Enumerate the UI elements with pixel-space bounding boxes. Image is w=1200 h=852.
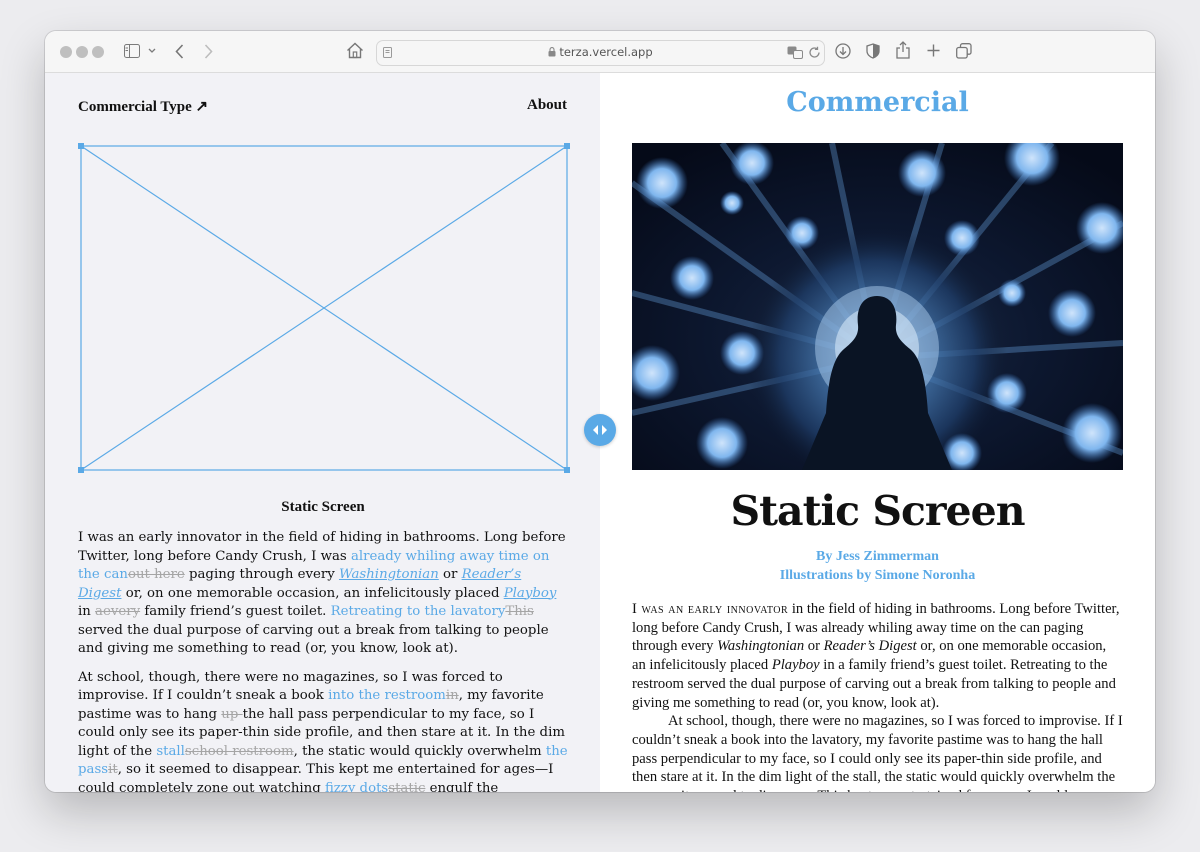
deleted-text: up bbox=[221, 706, 243, 722]
article-title: Static Screen bbox=[730, 487, 1025, 535]
tabs-overview-icon[interactable] bbox=[956, 43, 972, 59]
text-run: family friend’s guest toilet. bbox=[140, 604, 331, 619]
article-body: I was an early innovator in the field of… bbox=[632, 600, 1123, 792]
chevron-down-icon[interactable] bbox=[148, 48, 156, 54]
publication-masthead[interactable]: Commercial bbox=[600, 87, 1155, 118]
left-paragraph-1: I was an early innovator in the field of… bbox=[78, 529, 568, 659]
italic-link[interactable]: Washingtonian bbox=[339, 567, 439, 582]
inserted-text: fizzy dots bbox=[324, 780, 389, 793]
browser-toolbar: terza.vercel.app bbox=[45, 31, 1155, 73]
browser-window: terza.vercel.app Commercial Type ↗ About… bbox=[45, 31, 1155, 792]
illustrator-credit[interactable]: Illustrations by Simone Noronha bbox=[600, 566, 1155, 585]
italic-title: Reader’s Digest bbox=[823, 638, 917, 655]
address-bar[interactable]: terza.vercel.app bbox=[376, 40, 825, 66]
url-display: terza.vercel.app bbox=[377, 45, 824, 59]
deleted-text: This bbox=[505, 604, 534, 619]
italic-title: Washingtonian bbox=[717, 638, 805, 655]
byline: By Jess Zimmerman Illustrations by Simon… bbox=[600, 547, 1155, 585]
about-link[interactable]: About bbox=[527, 97, 567, 114]
inserted-text: into the restroom bbox=[328, 688, 446, 703]
article-paragraph-2: At school, though, there were no magazin… bbox=[632, 713, 1123, 792]
left-pane: Commercial Type ↗ About Static Screen I … bbox=[45, 73, 600, 792]
new-tab-icon[interactable] bbox=[927, 44, 940, 57]
image-placeholder bbox=[78, 143, 570, 473]
share-icon[interactable] bbox=[896, 41, 910, 59]
lock-icon bbox=[548, 47, 556, 57]
left-paragraph-2: At school, though, there were no magazin… bbox=[78, 669, 568, 793]
deleted-text: out here bbox=[127, 567, 185, 582]
italic-title: Playboy bbox=[771, 657, 820, 674]
italic-link[interactable]: Playboy bbox=[504, 586, 557, 601]
lead-in: I was an early innovator bbox=[632, 601, 789, 617]
url-text: terza.vercel.app bbox=[559, 45, 653, 59]
text-run: in bbox=[78, 604, 96, 619]
text-run: , the static would quickly overwhelm bbox=[293, 743, 546, 759]
hero-illustration bbox=[632, 143, 1123, 470]
download-icon[interactable] bbox=[835, 43, 851, 59]
deleted-text: school restroom bbox=[184, 743, 294, 759]
minimize-window-button[interactable] bbox=[76, 46, 88, 58]
brand-link[interactable]: Commercial Type ↗ bbox=[78, 97, 208, 116]
text-run: or bbox=[438, 567, 462, 582]
text-run: or bbox=[804, 638, 824, 655]
split-view-handle[interactable] bbox=[584, 414, 616, 446]
right-pane: Commercial Static Screen By Jess Zimmerm… bbox=[600, 73, 1155, 792]
reload-icon[interactable] bbox=[808, 46, 821, 59]
back-icon[interactable] bbox=[175, 44, 184, 59]
author-credit[interactable]: By Jess Zimmerman bbox=[600, 547, 1155, 566]
left-article-body: I was an early innovator in the field of… bbox=[78, 529, 568, 792]
translate-icon[interactable] bbox=[787, 46, 803, 59]
deleted-text: static bbox=[388, 780, 426, 793]
deleted-text: in bbox=[445, 688, 459, 703]
drag-handle-icon bbox=[593, 425, 607, 435]
inserted-text: stall bbox=[156, 743, 185, 759]
deleted-text: it bbox=[108, 762, 118, 777]
deleted-text: aevery bbox=[95, 604, 141, 619]
article-paragraph-1: I was an early innovator in the field of… bbox=[632, 600, 1123, 712]
sidebar-icon[interactable] bbox=[124, 44, 140, 58]
left-article-heading: Static Screen bbox=[281, 499, 365, 515]
text-run: served the dual purpose of carving out a… bbox=[78, 622, 549, 657]
zoom-window-button[interactable] bbox=[92, 46, 104, 58]
text-run: or, on one memorable occasion, an infeli… bbox=[121, 585, 504, 601]
home-icon[interactable] bbox=[346, 42, 364, 59]
forward-icon[interactable] bbox=[204, 44, 213, 59]
close-window-button[interactable] bbox=[60, 46, 72, 58]
inserted-text: Retreating to the lavatory bbox=[330, 604, 506, 619]
privacy-shield-icon[interactable] bbox=[866, 43, 880, 59]
text-run: paging through every bbox=[184, 567, 339, 582]
